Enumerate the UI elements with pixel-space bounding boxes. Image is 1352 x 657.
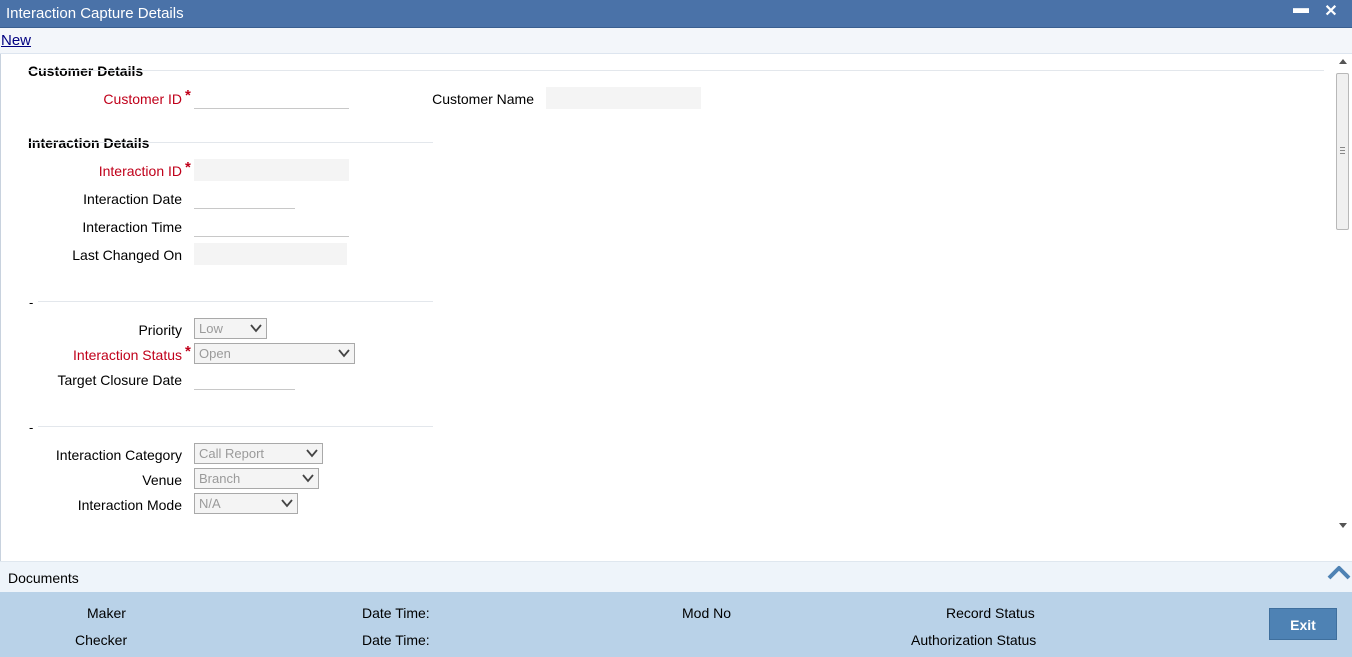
scrollbar-thumb[interactable] bbox=[1336, 73, 1349, 230]
interaction-category-value: Call Report bbox=[199, 446, 265, 461]
interaction-id-field[interactable] bbox=[194, 159, 349, 181]
priority-label: Priority bbox=[138, 322, 182, 338]
interaction-date-input[interactable] bbox=[194, 187, 295, 209]
window-title: Interaction Capture Details bbox=[6, 5, 184, 22]
chevron-up-icon[interactable] bbox=[1326, 563, 1352, 581]
target-closure-date-label: Target Closure Date bbox=[57, 372, 182, 388]
last-changed-on-field[interactable] bbox=[194, 243, 347, 265]
vertical-scrollbar[interactable] bbox=[1335, 56, 1350, 534]
audit-footer: Maker Checker Date Time: Date Time: Mod … bbox=[0, 592, 1352, 657]
customer-id-label: Customer ID bbox=[103, 91, 182, 107]
documents-label[interactable]: Documents bbox=[8, 570, 79, 586]
customer-id-input[interactable] bbox=[194, 87, 349, 109]
interaction-status-value: Open bbox=[199, 346, 231, 361]
chevron-down-icon bbox=[250, 324, 262, 333]
venue-value: Branch bbox=[199, 471, 241, 486]
interaction-date-label: Interaction Date bbox=[83, 191, 182, 207]
interaction-details-divider bbox=[28, 142, 433, 143]
minimize-icon[interactable]: ▬ bbox=[1291, 0, 1311, 18]
interaction-mode-select[interactable]: N/A bbox=[194, 493, 298, 514]
interaction-mode-value: N/A bbox=[199, 496, 221, 511]
chevron-down-icon bbox=[338, 349, 350, 358]
authorization-status-label: Authorization Status bbox=[911, 632, 1037, 648]
chevron-down-icon bbox=[281, 499, 293, 508]
customer-details-title: Customer Details bbox=[28, 63, 144, 79]
customer-id-required-marker: * bbox=[185, 87, 191, 104]
interaction-status-required-marker: * bbox=[185, 343, 191, 360]
interaction-category-label: Interaction Category bbox=[55, 447, 182, 463]
customer-details-divider bbox=[28, 70, 1324, 71]
venue-select[interactable]: Branch bbox=[194, 468, 319, 489]
new-link[interactable]: New bbox=[1, 32, 31, 49]
category-section-divider bbox=[38, 426, 433, 427]
record-status-label: Record Status bbox=[946, 605, 1035, 621]
status-section-divider bbox=[38, 301, 433, 302]
venue-label: Venue bbox=[142, 472, 182, 488]
interaction-time-label: Interaction Time bbox=[82, 219, 182, 235]
exit-button[interactable]: Exit bbox=[1269, 608, 1337, 640]
interaction-id-required-marker: * bbox=[185, 159, 191, 176]
interaction-time-input[interactable] bbox=[194, 215, 349, 237]
checker-label: Checker bbox=[75, 632, 128, 648]
interaction-category-select[interactable]: Call Report bbox=[194, 443, 323, 464]
customer-name-label: Customer Name bbox=[432, 91, 534, 107]
priority-select[interactable]: Low bbox=[194, 318, 267, 339]
form-content: Customer Details Customer ID * Customer … bbox=[0, 54, 1352, 561]
chevron-down-icon bbox=[306, 449, 318, 458]
customer-name-field[interactable] bbox=[546, 87, 701, 109]
category-section-title: - bbox=[29, 420, 34, 435]
title-bar: Interaction Capture Details ▬ ✕ bbox=[0, 0, 1352, 28]
interaction-status-select[interactable]: Open bbox=[194, 343, 355, 364]
interaction-details-title: Interaction Details bbox=[28, 135, 150, 151]
maker-date-time-label: Date Time: bbox=[362, 605, 430, 621]
toolbar: New bbox=[0, 28, 1352, 54]
interaction-id-label: Interaction ID bbox=[98, 163, 182, 179]
mod-no-label: Mod No bbox=[682, 605, 732, 621]
documents-bar: Documents bbox=[0, 561, 1352, 592]
last-changed-on-label: Last Changed On bbox=[72, 247, 182, 263]
chevron-down-icon bbox=[302, 474, 314, 483]
interaction-status-label: Interaction Status bbox=[73, 347, 182, 363]
scroll-down-icon[interactable] bbox=[1339, 523, 1347, 528]
status-section-title: - bbox=[29, 295, 34, 310]
priority-value: Low bbox=[199, 321, 223, 336]
target-closure-date-input[interactable] bbox=[194, 368, 295, 390]
interaction-mode-label: Interaction Mode bbox=[77, 497, 182, 513]
grip-icon bbox=[1340, 147, 1345, 154]
checker-date-time-label: Date Time: bbox=[362, 632, 430, 648]
close-icon[interactable]: ✕ bbox=[1321, 1, 1341, 21]
scroll-up-icon[interactable] bbox=[1339, 59, 1347, 64]
maker-label: Maker bbox=[87, 605, 126, 621]
